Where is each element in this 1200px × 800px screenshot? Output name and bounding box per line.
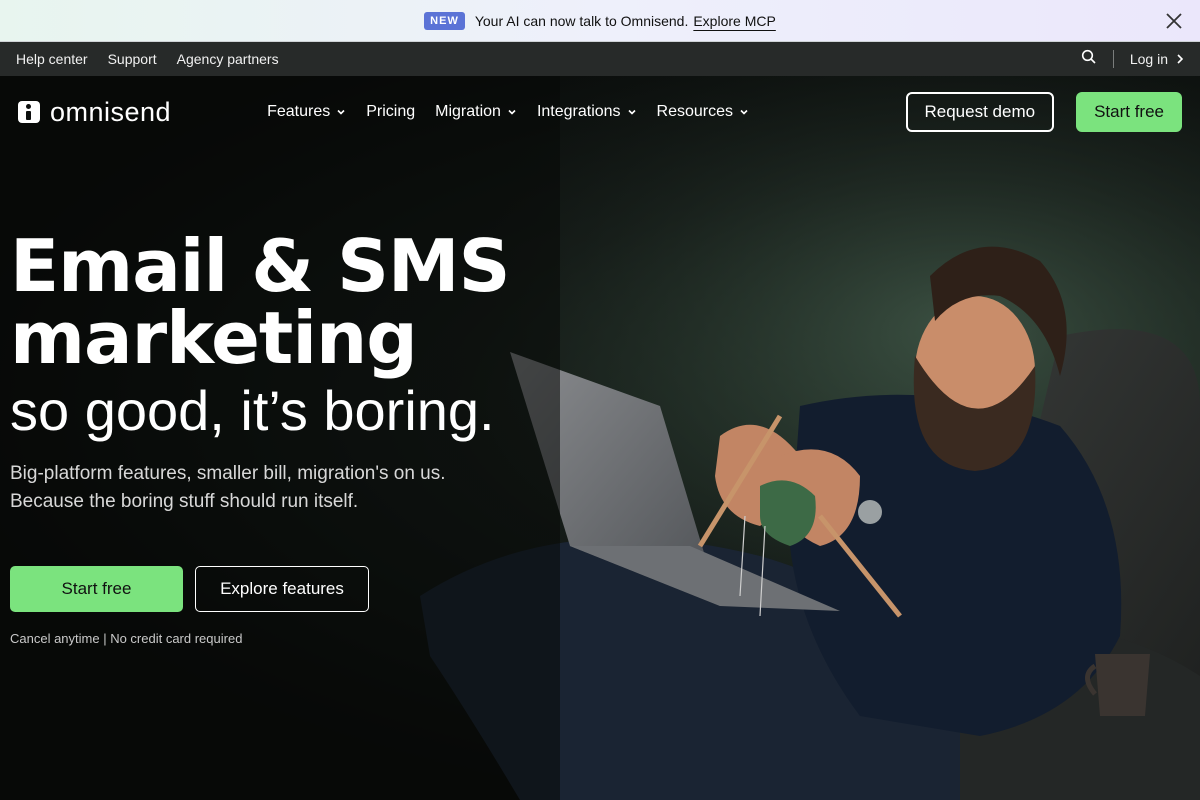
divider bbox=[1112, 50, 1114, 68]
nav-item-label: Resources bbox=[656, 103, 734, 120]
search-icon[interactable] bbox=[1081, 49, 1097, 70]
help-center-link[interactable]: Help center bbox=[16, 51, 88, 67]
hero-lead: Big-platform features, smaller bill, mig… bbox=[10, 460, 446, 516]
logo-mark-icon bbox=[18, 101, 40, 123]
login-label: Log in bbox=[1129, 51, 1168, 67]
agency-partners-link[interactable]: Agency partners bbox=[177, 51, 279, 67]
utility-bar: Help center Support Agency partners Log … bbox=[0, 42, 1200, 76]
nav-item-integrations[interactable]: Integrations bbox=[537, 103, 637, 121]
explore-features-button[interactable]: Explore features bbox=[195, 566, 369, 612]
start-free-button[interactable]: Start free bbox=[10, 566, 183, 612]
nav-item-migration[interactable]: Migration bbox=[435, 103, 517, 121]
nav-item-pricing[interactable]: Pricing bbox=[366, 103, 415, 121]
lead-line-1: Big-platform features, smaller bill, mig… bbox=[10, 463, 446, 484]
chevron-down-icon bbox=[627, 109, 636, 115]
close-icon[interactable] bbox=[1164, 11, 1184, 31]
hero-headline: Email & SMS marketing bbox=[10, 224, 510, 380]
explore-mcp-link[interactable]: Explore MCP bbox=[693, 13, 775, 29]
omnisend-logo[interactable]: omnisend bbox=[18, 97, 171, 128]
nav-item-resources[interactable]: Resources bbox=[657, 103, 749, 121]
hero-subhead: so good, it’s boring. bbox=[10, 379, 495, 442]
chevron-right-icon bbox=[1177, 54, 1184, 64]
nav-item-label: Features bbox=[267, 103, 331, 120]
main-nav: omnisend Features Pricing Migration Inte… bbox=[0, 76, 1200, 148]
nav-item-label: Migration bbox=[435, 103, 501, 120]
nav-menu: Features Pricing Migration Integrations … bbox=[267, 103, 749, 121]
hero-cta-group: Start free Explore features bbox=[10, 566, 369, 612]
nav-item-label: Pricing bbox=[366, 103, 416, 120]
lead-line-2: Because the boring stuff should run itse… bbox=[10, 491, 359, 512]
start-free-nav-button[interactable]: Start free bbox=[1076, 92, 1182, 132]
support-link[interactable]: Support bbox=[108, 51, 157, 67]
nav-item-label: Integrations bbox=[536, 103, 621, 120]
nav-item-features[interactable]: Features bbox=[267, 103, 346, 121]
chevron-down-icon bbox=[508, 109, 516, 115]
logo-text: omnisend bbox=[50, 96, 172, 127]
nav-actions: Request demo Start free bbox=[905, 92, 1182, 132]
chevron-down-icon bbox=[337, 109, 345, 115]
new-badge: NEW bbox=[424, 11, 465, 30]
headline-line-2: marketing bbox=[10, 296, 418, 380]
login-link[interactable]: Log in bbox=[1130, 51, 1184, 67]
request-demo-button[interactable]: Request demo bbox=[905, 92, 1055, 132]
utility-actions: Log in bbox=[1081, 49, 1184, 70]
announcement-text: Your AI can now talk to Omnisend. bbox=[474, 12, 689, 29]
headline-line-1: Email & SMS bbox=[10, 224, 510, 308]
hero-fineprint: Cancel anytime | No credit card required bbox=[10, 631, 243, 646]
chevron-down-icon bbox=[740, 109, 748, 115]
announcement-bar: NEW Your AI can now talk to Omnisend. Ex… bbox=[0, 0, 1200, 42]
